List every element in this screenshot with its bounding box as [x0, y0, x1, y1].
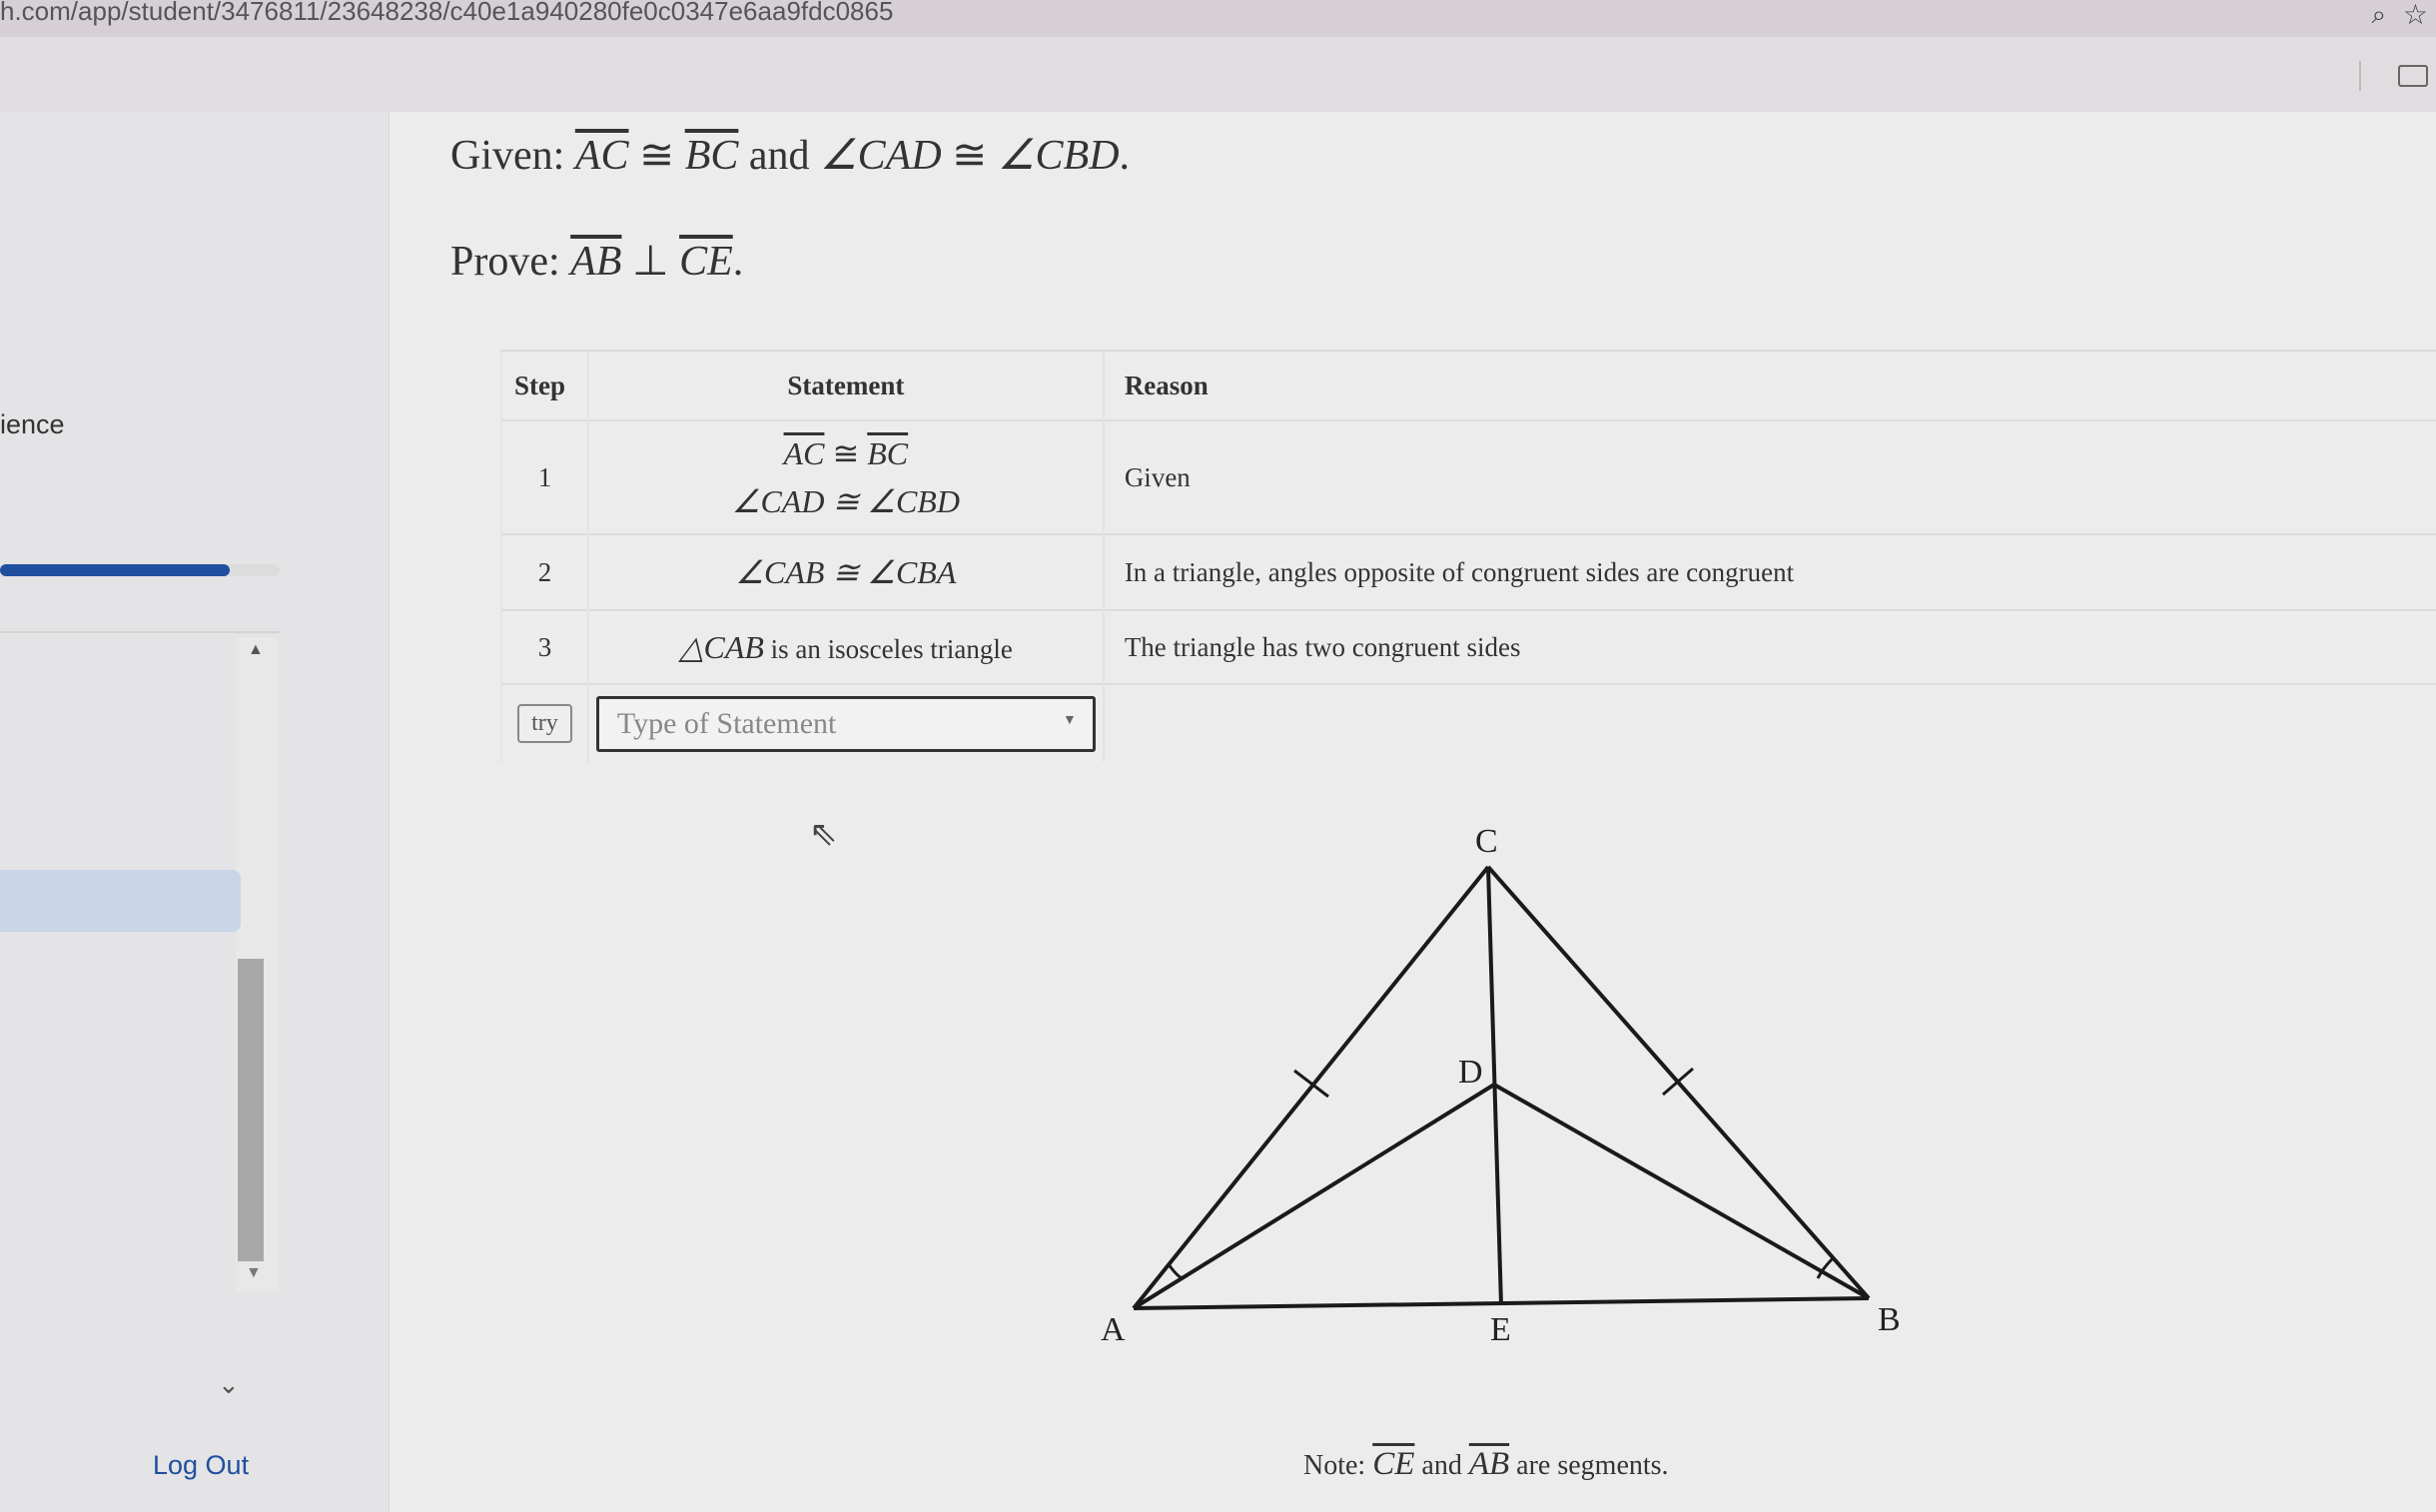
segment-AD — [1132, 1083, 1496, 1310]
note-suffix: are segments. — [1516, 1450, 1669, 1481]
note-prefix: Note: — [1303, 1450, 1366, 1481]
label-B: B — [1878, 1301, 1901, 1338]
label-E: E — [1490, 1311, 1511, 1348]
diagram-note: Note: CE and AB are segments. — [1303, 1446, 1669, 1483]
label-A: A — [1101, 1311, 1126, 1348]
label-C: C — [1475, 823, 1498, 860]
math: AB — [1468, 1446, 1510, 1482]
segment-AC — [1132, 865, 1490, 1310]
note-and: and — [1421, 1450, 1462, 1481]
angle-mark-A — [1167, 1263, 1185, 1280]
math: CE — [1372, 1446, 1415, 1482]
label-D: D — [1458, 1054, 1483, 1091]
segment-BD — [1493, 1083, 1870, 1300]
triangle-diagram: A B C D E — [1101, 823, 1901, 1348]
